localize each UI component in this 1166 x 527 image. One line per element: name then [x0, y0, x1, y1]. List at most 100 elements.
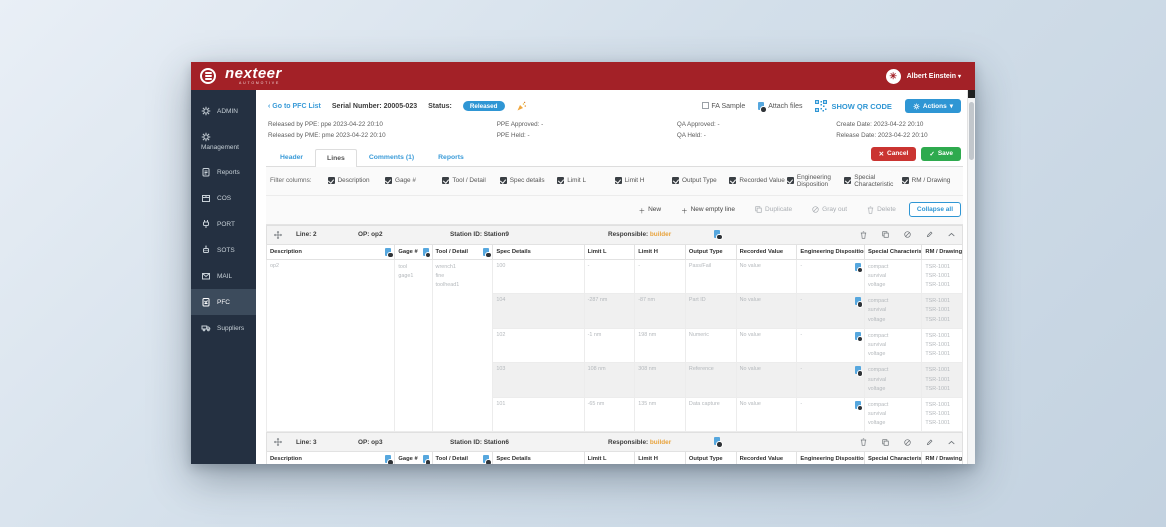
- cell-recorded-value[interactable]: No value: [735, 258, 798, 295]
- cell-engineering-disposition[interactable]: -: [796, 293, 865, 329]
- cell-engineering-disposition[interactable]: -: [796, 327, 865, 364]
- sidebar-item-sots[interactable]: SOTS: [191, 237, 256, 263]
- save-button[interactable]: ✓ Save: [921, 146, 961, 161]
- vertical-scrollbar[interactable]: [967, 90, 975, 464]
- show-qr-code-button[interactable]: SHOW QR CODE: [815, 100, 892, 112]
- column-header[interactable]: Recorded Value: [735, 243, 798, 260]
- sidebar-item-port[interactable]: PORT: [191, 211, 256, 237]
- checkbox-checked-icon[interactable]: [384, 177, 392, 185]
- cell-recorded-value[interactable]: No value: [735, 293, 798, 329]
- tab-reports[interactable]: Reports: [426, 148, 476, 166]
- column-header[interactable]: Gage #: [394, 451, 433, 464]
- cell-limit-l[interactable]: -1 nm: [583, 327, 636, 364]
- attach-files-icon[interactable]: [422, 455, 432, 464]
- tab-header[interactable]: Header: [268, 148, 315, 166]
- column-header[interactable]: Description: [266, 243, 396, 260]
- cell-rm-drawing[interactable]: TSR-1001 TSR-1001 TSR-1001: [921, 293, 963, 329]
- cell-output-type[interactable]: Pass/Fail: [684, 258, 737, 295]
- filter-option-engineering-disposition[interactable]: Engineering Disposition: [786, 174, 844, 188]
- column-header[interactable]: Description: [266, 451, 396, 464]
- column-header[interactable]: RM / Drawing: [921, 243, 963, 260]
- cell-recorded-value[interactable]: No value: [735, 327, 798, 364]
- cell-spec-details[interactable]: 101: [492, 396, 585, 433]
- checkbox-checked-icon[interactable]: [327, 177, 335, 185]
- attach-files-icon[interactable]: [854, 331, 864, 343]
- cell-gage[interactable]: tool gage1: [394, 258, 433, 433]
- cell-limit-l[interactable]: -: [583, 258, 636, 295]
- filter-option-spec-details[interactable]: Spec details: [499, 177, 557, 185]
- checkbox-checked-icon[interactable]: [442, 177, 450, 185]
- filter-option-limit-l[interactable]: Limit L: [557, 177, 614, 185]
- cell-output-type[interactable]: Reference: [684, 362, 737, 398]
- filter-option-description[interactable]: Description: [327, 177, 385, 185]
- new-button[interactable]: ＋ New: [632, 202, 669, 218]
- attach-files-icon[interactable]: [483, 455, 492, 464]
- gray-out-button[interactable]: Gray out: [805, 203, 854, 216]
- cell-engineering-disposition[interactable]: -: [796, 396, 865, 433]
- duplicate-button[interactable]: Duplicate: [748, 203, 799, 216]
- trash-icon[interactable]: [860, 438, 867, 447]
- cell-rm-drawing[interactable]: TSR-1001 TSR-1001 TSR-1001: [921, 396, 963, 433]
- column-header[interactable]: Limit L: [583, 451, 636, 464]
- cell-rm-drawing[interactable]: TSR-1001 TSR-1001 TSR-1001: [921, 362, 963, 398]
- filter-option-limit-h[interactable]: Limit H: [614, 177, 672, 185]
- cell-spec-details[interactable]: 103: [492, 362, 585, 398]
- tab-comments[interactable]: Comments (1): [357, 148, 426, 166]
- cell-recorded-value[interactable]: No value: [735, 362, 798, 398]
- cell-limit-l[interactable]: -287 nm: [583, 293, 636, 329]
- cell-engineering-disposition[interactable]: -: [796, 258, 865, 295]
- move-icon[interactable]: [274, 230, 282, 239]
- cell-engineering-disposition[interactable]: -: [796, 362, 865, 398]
- cell-rm-drawing[interactable]: TSR-1001 TSR-1001 TSR-1001: [921, 327, 963, 364]
- fa-sample-option[interactable]: FA Sample: [702, 102, 745, 110]
- back-to-pfc-list-link[interactable]: ‹ Go to PFC List: [268, 103, 321, 110]
- column-header[interactable]: RM / Drawing: [921, 451, 963, 464]
- column-header[interactable]: Limit H: [634, 243, 686, 260]
- cell-description[interactable]: op2: [266, 258, 396, 433]
- hamburger-menu-icon[interactable]: [200, 68, 216, 84]
- sidebar-item-suppliers[interactable]: Suppliers: [191, 315, 256, 341]
- attach-files-icon[interactable]: [854, 366, 864, 377]
- cell-tool-detail[interactable]: wrench1 fine toolhead1: [431, 258, 494, 433]
- fa-sample-checkbox[interactable]: [702, 102, 710, 109]
- attach-files-icon[interactable]: [483, 247, 492, 259]
- checkbox-checked-icon[interactable]: [729, 177, 737, 185]
- cell-special-characteristic[interactable]: compact survival voltage: [863, 327, 923, 364]
- actions-button[interactable]: Actions ▾: [904, 99, 961, 113]
- tab-lines[interactable]: Lines: [315, 148, 357, 167]
- cell-spec-details[interactable]: 102: [492, 327, 585, 364]
- spec-row[interactable]: op2 tool gage1 wrench1 fine toolhead1 100 - - …: [266, 258, 963, 433]
- collapse-chevron-icon[interactable]: [948, 232, 955, 237]
- checkbox-checked-icon[interactable]: [901, 177, 909, 185]
- new-empty-line-button[interactable]: ＋ New empty line: [674, 202, 742, 218]
- cell-limit-h[interactable]: -87 nm: [634, 293, 686, 329]
- slash-circle-icon[interactable]: [904, 439, 911, 446]
- column-header[interactable]: Limit H: [634, 451, 686, 464]
- collapse-all-button[interactable]: Collapse all: [908, 202, 961, 218]
- sidebar-item-mail[interactable]: MAIL: [191, 263, 256, 289]
- filter-option-gage[interactable]: Gage #: [384, 177, 442, 185]
- cell-rm-drawing[interactable]: TSR-1001 TSR-1001 TSR-1001: [921, 258, 963, 295]
- checkbox-checked-icon[interactable]: [672, 177, 679, 185]
- checkbox-checked-icon[interactable]: [786, 177, 794, 185]
- column-header[interactable]: Engineering Disposition: [796, 451, 865, 464]
- collapse-chevron-icon[interactable]: [948, 440, 955, 445]
- column-header[interactable]: Output Type: [684, 451, 737, 464]
- cell-special-characteristic[interactable]: compact survival voltage: [863, 362, 923, 398]
- edit-pencil-icon[interactable]: [926, 231, 933, 238]
- sidebar-item-management[interactable]: Management: [191, 124, 256, 159]
- column-header[interactable]: Spec Details: [492, 243, 585, 260]
- duplicate-icon[interactable]: [882, 231, 889, 238]
- attach-files-icon[interactable]: [714, 229, 723, 241]
- column-header[interactable]: Output Type: [684, 243, 737, 260]
- column-header[interactable]: Tool / Detail: [431, 451, 494, 464]
- user-menu[interactable]: Albert Einstein ▾: [907, 73, 961, 80]
- column-header[interactable]: Special Characteristic: [863, 243, 923, 260]
- filter-option-tool-detail[interactable]: Tool / Detail: [442, 177, 499, 185]
- cell-output-type[interactable]: Numeric: [684, 327, 737, 364]
- attach-files-icon[interactable]: [385, 455, 394, 464]
- cell-limit-h[interactable]: 198 nm: [634, 327, 686, 364]
- attach-files-icon[interactable]: [422, 247, 432, 259]
- cell-special-characteristic[interactable]: compact survival voltage: [863, 396, 923, 433]
- attach-files-icon[interactable]: [854, 297, 864, 308]
